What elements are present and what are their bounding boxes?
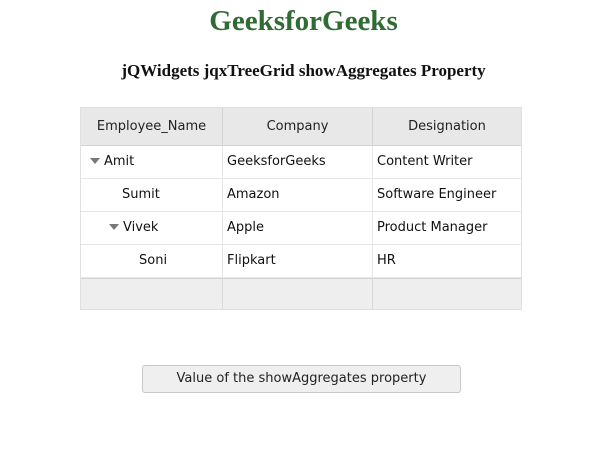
table-row[interactable]: Amit GeeksforGeeks Content Writer xyxy=(81,146,521,179)
employee-name: Amit xyxy=(104,154,135,169)
tree-grid: Employee_Name Company Designation Amit G… xyxy=(80,107,522,310)
company-cell: Apple xyxy=(223,212,373,244)
page-subtitle: jQWidgets jqxTreeGrid showAggregates Pro… xyxy=(121,61,486,80)
employee-name-cell: Amit xyxy=(81,146,223,178)
designation-cell: Product Manager xyxy=(377,220,488,235)
employee-name-cell: Sumit xyxy=(81,179,223,211)
table-row[interactable]: Sumit Amazon Software Engineer xyxy=(81,179,521,212)
grid-body: Amit GeeksforGeeks Content Writer Sumit … xyxy=(81,146,521,278)
employee-name-cell: Vivek xyxy=(81,212,223,244)
aggregate-cell-company xyxy=(223,279,373,309)
employee-name: Soni xyxy=(139,253,168,268)
grid-header: Employee_Name Company Designation xyxy=(81,108,521,146)
employee-name: Sumit xyxy=(122,187,160,202)
column-header-employee-name[interactable]: Employee_Name xyxy=(81,108,223,145)
table-row[interactable]: Soni Flipkart HR xyxy=(81,245,521,278)
employee-name: Vivek xyxy=(123,220,159,235)
company-cell: GeeksforGeeks xyxy=(223,146,373,178)
column-header-company[interactable]: Company xyxy=(223,108,373,145)
designation-cell: Content Writer xyxy=(377,154,473,169)
page-title: GeeksforGeeks xyxy=(209,5,398,37)
expand-arrow-icon[interactable] xyxy=(90,157,100,164)
employee-name-cell: Soni xyxy=(81,245,223,277)
aggregates-row xyxy=(81,278,521,309)
designation-cell: HR xyxy=(377,253,396,268)
aggregate-cell-designation xyxy=(373,279,521,309)
expand-arrow-icon[interactable] xyxy=(109,223,119,230)
company-cell: Flipkart xyxy=(223,245,373,277)
show-aggregates-value-button[interactable]: Value of the showAggregates property xyxy=(142,365,461,393)
aggregate-cell-employee-name xyxy=(81,279,223,309)
table-row[interactable]: Vivek Apple Product Manager xyxy=(81,212,521,245)
designation-cell: Software Engineer xyxy=(377,187,497,202)
company-cell: Amazon xyxy=(223,179,373,211)
column-header-designation[interactable]: Designation xyxy=(373,108,521,145)
